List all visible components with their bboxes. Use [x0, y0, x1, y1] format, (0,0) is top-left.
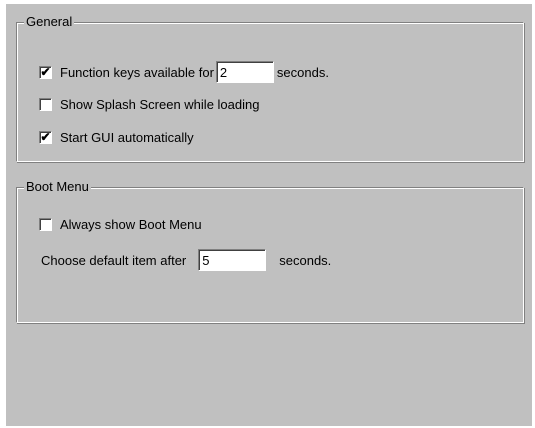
default-item-seconds-input[interactable] [198, 249, 267, 271]
always-show-label: Always show Boot Menu [60, 216, 202, 232]
start-gui-row: ✔ Start GUI automatically [39, 125, 194, 149]
default-item-label: Choose default item after [41, 252, 187, 268]
checkmark-icon: ✔ [40, 64, 51, 79]
checkmark-icon: ✔ [40, 129, 51, 144]
always-show-row: Always show Boot Menu [39, 212, 202, 236]
default-item-row: Choose default item after seconds. [41, 248, 331, 272]
boot-menu-groupbox: Boot Menu Always show Boot Menu Choose d… [16, 179, 524, 323]
general-legend: General [24, 14, 75, 30]
function-keys-label: Function keys available for [60, 64, 214, 80]
splash-label: Show Splash Screen while loading [60, 96, 260, 112]
function-keys-suffix: seconds. [276, 64, 329, 80]
function-keys-seconds-input[interactable] [215, 61, 274, 83]
function-keys-row: ✔ Function keys available for seconds. [39, 60, 329, 84]
splash-checkbox[interactable] [39, 97, 52, 111]
boot-menu-legend: Boot Menu [24, 179, 91, 195]
splash-row: Show Splash Screen while loading [39, 92, 259, 116]
always-show-checkbox[interactable] [39, 217, 52, 231]
default-item-suffix: seconds. [279, 252, 332, 268]
general-groupbox: General ✔ Function keys available for se… [16, 14, 524, 162]
start-gui-checkbox[interactable]: ✔ [39, 129, 52, 144]
start-gui-label: Start GUI automatically [60, 129, 194, 145]
function-keys-checkbox[interactable]: ✔ [39, 64, 52, 79]
settings-panel: General ✔ Function keys available for se… [6, 4, 532, 426]
